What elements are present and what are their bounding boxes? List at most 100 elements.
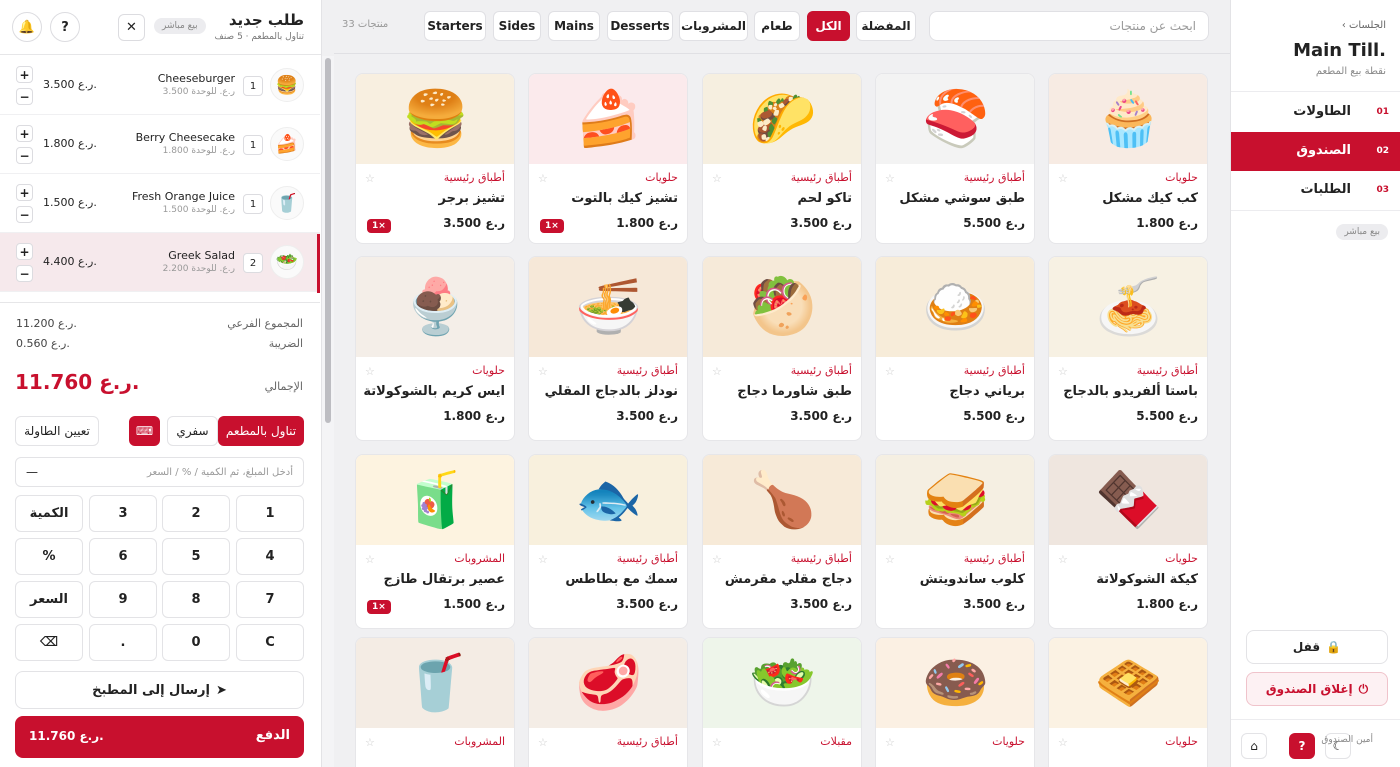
help-button[interactable]: ?	[50, 12, 80, 42]
favorite-star-icon[interactable]: ☆	[712, 553, 722, 566]
dine-in-toggle[interactable]: تناول بالمطعم	[218, 416, 304, 446]
order-line-selected[interactable]: + − 4.400 ر.ع. Greek Salad 2.200 ر.ع. لل…	[0, 233, 320, 292]
key-6[interactable]: 6	[89, 538, 157, 575]
order-scrollbar[interactable]	[322, 56, 334, 767]
favorite-star-icon[interactable]: ☆	[538, 736, 548, 749]
key-2[interactable]: 2	[162, 495, 230, 532]
bell-icon[interactable]: 🔔	[12, 12, 42, 42]
nav-till[interactable]: الصندوق 02	[1231, 132, 1400, 171]
key-0[interactable]: 0	[162, 624, 230, 661]
chip-drinks[interactable]: المشروبات	[679, 11, 748, 41]
takeaway-toggle[interactable]: سفري	[167, 416, 218, 446]
product-card[interactable]: 🥙 ☆ أطباق رئيسية طبق شاورما دجاج 3.500 ر.ع	[702, 256, 862, 441]
product-card[interactable]: 🧁 ☆ حلويات كب كيك مشكل 1.800 ر.ع	[1048, 73, 1208, 244]
decrease-qty-button[interactable]: −	[16, 206, 33, 223]
product-card[interactable]: 🍝 ☆ أطباق رئيسية باستا ألفريدو بالدجاج 5.500…	[1048, 256, 1208, 441]
favorite-star-icon[interactable]: ☆	[365, 736, 375, 749]
product-card[interactable]: 🍩 ☆ حلويات	[875, 637, 1035, 767]
product-card[interactable]: 🍜 ☆ أطباق رئيسية نودلز بالدجاج المقلي 3.500 …	[528, 256, 688, 441]
search-input[interactable]: ابحث عن منتجات	[929, 11, 1209, 41]
scrollbar-thumb[interactable]	[325, 58, 331, 423]
order-line[interactable]: + − 3.500 ر.ع. Cheeseburger 3.500 ر.ع. ل…	[0, 56, 320, 115]
close-till-button[interactable]: إغلاق الصندوق ⏻	[1246, 672, 1388, 706]
till-subtitle: نقطة بيع المطعم	[1315, 66, 1386, 77]
backspace-icon[interactable]: ⌫	[15, 624, 83, 661]
product-card[interactable]: 🍔 ☆ أطباق رئيسية تشيز برجر 3.500 ر.ع 1×	[355, 73, 515, 244]
product-card[interactable]: 🍫 ☆ حلويات كيكة الشوكولاتة 1.800 ر.ع	[1048, 454, 1208, 629]
favorite-star-icon[interactable]: ☆	[1058, 365, 1068, 378]
favorite-star-icon[interactable]: ☆	[1058, 736, 1068, 749]
chip-starters[interactable]: Starters	[424, 11, 486, 41]
product-image: 🍜	[529, 257, 687, 357]
product-card[interactable]: 🍰 ☆ حلويات تشيز كيك بالتوت 1.800 ر.ع 1×	[528, 73, 688, 244]
decrease-qty-button[interactable]: −	[16, 265, 33, 282]
chip-food[interactable]: طعام	[754, 11, 800, 41]
key-clear[interactable]: C	[236, 624, 304, 661]
order-line[interactable]: + − 1.800 ر.ع. Berry Cheesecake 1.800 ر.…	[0, 115, 320, 174]
key-9[interactable]: 9	[89, 581, 157, 618]
decrease-qty-button[interactable]: −	[16, 88, 33, 105]
increase-qty-button[interactable]: +	[16, 184, 33, 201]
key-quantity[interactable]: الكمية	[15, 495, 83, 532]
product-card[interactable]: 🐟 ☆ أطباق رئيسية سمك مع بطاطس 3.500 ر.ع	[528, 454, 688, 629]
key-5[interactable]: 5	[162, 538, 230, 575]
product-card[interactable]: 🍣 ☆ أطباق رئيسية طبق سوشي مشكل 5.500 ر.ع	[875, 73, 1035, 244]
product-card[interactable]: 🧇 ☆ حلويات	[1048, 637, 1208, 767]
chip-all[interactable]: الكل	[807, 11, 850, 41]
chip-mains[interactable]: Mains	[548, 11, 600, 41]
product-card[interactable]: 🥤 ☆ المشروبات	[355, 637, 515, 767]
favorite-star-icon[interactable]: ☆	[885, 553, 895, 566]
cashier-help-button[interactable]: ?	[1289, 733, 1315, 759]
key-percent[interactable]: %	[15, 538, 83, 575]
favorite-star-icon[interactable]: ☆	[885, 172, 895, 185]
chip-sides[interactable]: Sides	[493, 11, 541, 41]
send-to-kitchen-button[interactable]: إرسال إلى المطبخ ➤	[15, 671, 304, 709]
key-4[interactable]: 4	[236, 538, 304, 575]
product-category: أطباق رئيسية	[616, 735, 678, 748]
close-order-button[interactable]: ✕	[118, 14, 145, 41]
product-card[interactable]: 🧃 ☆ المشروبات عصير برتقال طازج 1.500 ر.ع 1×	[355, 454, 515, 629]
favorite-star-icon[interactable]: ☆	[365, 553, 375, 566]
product-card[interactable]: 🌮 ☆ أطباق رئيسية تاكو لحم 3.500 ر.ع	[702, 73, 862, 244]
sessions-back-link[interactable]: ‹ الجلسات	[1342, 20, 1386, 31]
favorite-star-icon[interactable]: ☆	[538, 172, 548, 185]
chip-favorites[interactable]: المفضلة	[856, 11, 916, 41]
increase-qty-button[interactable]: +	[16, 66, 33, 83]
chip-desserts[interactable]: Desserts	[607, 11, 673, 41]
favorite-star-icon[interactable]: ☆	[712, 172, 722, 185]
nav-orders[interactable]: الطلبات 03	[1231, 171, 1400, 210]
increase-qty-button[interactable]: +	[16, 125, 33, 142]
increase-qty-button[interactable]: +	[16, 243, 33, 260]
keyboard-icon[interactable]: ⌨	[129, 416, 160, 446]
key-price[interactable]: السعر	[15, 581, 83, 618]
favorite-star-icon[interactable]: ☆	[365, 365, 375, 378]
favorite-star-icon[interactable]: ☆	[1058, 172, 1068, 185]
favorite-star-icon[interactable]: ☆	[538, 365, 548, 378]
key-7[interactable]: 7	[236, 581, 304, 618]
key-3[interactable]: 3	[89, 495, 157, 532]
product-card[interactable]: 🍨 ☆ حلويات ايس كريم بالشوكولاتة 1.800 ر.ع	[355, 256, 515, 441]
product-card[interactable]: 🥪 ☆ أطباق رئيسية كلوب ساندويتش 3.500 ر.ع	[875, 454, 1035, 629]
favorite-star-icon[interactable]: ☆	[712, 365, 722, 378]
product-card[interactable]: 🥩 ☆ أطباق رئيسية	[528, 637, 688, 767]
pay-button[interactable]: الدفع 11.760 ر.ع.	[15, 716, 304, 758]
product-card[interactable]: 🥗 ☆ مقبلات	[702, 637, 862, 767]
product-card[interactable]: 🍛 ☆ أطباق رئيسية برياني دجاج 5.500 ر.ع	[875, 256, 1035, 441]
key-8[interactable]: 8	[162, 581, 230, 618]
favorite-star-icon[interactable]: ☆	[885, 365, 895, 378]
nav-tables[interactable]: الطاولات 01	[1231, 93, 1400, 132]
favorite-star-icon[interactable]: ☆	[1058, 553, 1068, 566]
key-decimal[interactable]: .	[89, 624, 157, 661]
amount-entry[interactable]: — أدخل المبلغ، ثم الكمية / % / السعر	[15, 457, 304, 487]
assign-table-button[interactable]: تعيين الطاولة	[15, 416, 99, 446]
favorite-star-icon[interactable]: ☆	[712, 736, 722, 749]
decrease-qty-button[interactable]: −	[16, 147, 33, 164]
lock-button[interactable]: قفل 🔒	[1246, 630, 1388, 664]
favorite-star-icon[interactable]: ☆	[538, 553, 548, 566]
product-card[interactable]: 🍗 ☆ أطباق رئيسية دجاج مقلي مقرمش 3.500 ر.ع	[702, 454, 862, 629]
home-icon[interactable]: ⌂	[1241, 733, 1267, 759]
order-line[interactable]: + − 1.500 ر.ع. Fresh Orange Juice 1.500 …	[0, 174, 320, 233]
key-1[interactable]: 1	[236, 495, 304, 532]
favorite-star-icon[interactable]: ☆	[885, 736, 895, 749]
favorite-star-icon[interactable]: ☆	[365, 172, 375, 185]
